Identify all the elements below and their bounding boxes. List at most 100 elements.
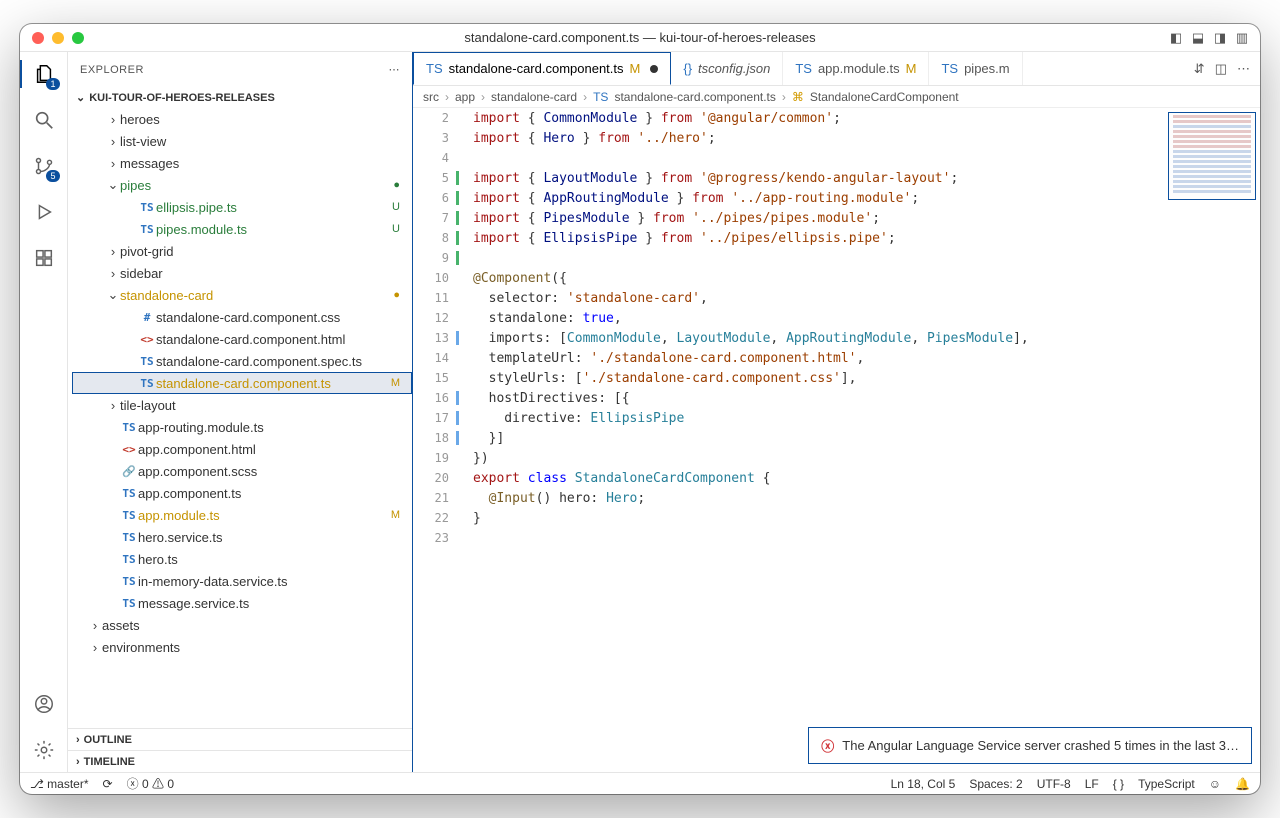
toggle-primary-sidebar-icon[interactable]: ◧ xyxy=(1168,30,1184,46)
code-content[interactable]: import { PipesModule } from '../pipes/pi… xyxy=(459,211,880,226)
editor-tab[interactable]: {}tsconfig.json xyxy=(671,52,783,85)
code-line[interactable]: 19}) xyxy=(413,448,1164,468)
outline-panel[interactable]: › OUTLINE xyxy=(68,728,412,750)
gutter-line-number[interactable]: 5 xyxy=(413,171,459,185)
more-actions-icon[interactable]: ⋯ xyxy=(1237,61,1250,77)
project-header[interactable]: ⌄ KUI-TOUR-OF-HEROES-RELEASES xyxy=(68,87,412,108)
code-line[interactable]: 20export class StandaloneCardComponent { xyxy=(413,468,1164,488)
split-editor-icon[interactable]: ◫ xyxy=(1215,61,1227,77)
code-line[interactable]: 5import { LayoutModule } from '@progress… xyxy=(413,168,1164,188)
file-row[interactable]: TSapp-routing.module.ts xyxy=(72,416,412,438)
code-content[interactable]: directive: EllipsisPipe xyxy=(459,411,684,426)
gutter-line-number[interactable]: 16 xyxy=(413,391,459,405)
code-content[interactable]: import { AppRoutingModule } from '../app… xyxy=(459,191,919,206)
folder-row[interactable]: ›assets xyxy=(72,614,412,636)
code-line[interactable]: 21 @Input() hero: Hero; xyxy=(413,488,1164,508)
encoding-status[interactable]: UTF-8 xyxy=(1037,777,1071,791)
code-content[interactable]: hostDirectives: [{ xyxy=(459,391,630,406)
code-content[interactable]: export class StandaloneCardComponent { xyxy=(459,471,770,486)
gutter-line-number[interactable]: 14 xyxy=(413,351,459,365)
accounts-activity[interactable] xyxy=(30,690,58,718)
breadcrumb-segment[interactable]: StandaloneCardComponent xyxy=(810,90,959,104)
file-row[interactable]: <>standalone-card.component.html xyxy=(72,328,412,350)
toggle-secondary-sidebar-icon[interactable]: ◨ xyxy=(1212,30,1228,46)
gutter-line-number[interactable]: 19 xyxy=(413,451,459,465)
code-content[interactable]: templateUrl: './standalone-card.componen… xyxy=(459,351,864,366)
file-row[interactable]: TSpipes.module.tsU xyxy=(72,218,412,240)
breadcrumb-segment[interactable]: standalone-card.component.ts xyxy=(614,90,775,104)
folder-row[interactable]: ›messages xyxy=(72,152,412,174)
file-row[interactable]: TSstandalone-card.component.tsM xyxy=(72,372,412,394)
gutter-line-number[interactable]: 4 xyxy=(413,151,459,165)
gutter-line-number[interactable]: 6 xyxy=(413,191,459,205)
code-line[interactable]: 9 xyxy=(413,248,1164,268)
file-row[interactable]: TSmessage.service.ts xyxy=(72,592,412,614)
code-line[interactable]: 17 directive: EllipsisPipe xyxy=(413,408,1164,428)
explorer-more-icon[interactable]: ⋯ xyxy=(389,63,401,76)
search-activity[interactable] xyxy=(30,106,58,134)
file-row[interactable]: #standalone-card.component.css xyxy=(72,306,412,328)
file-row[interactable]: TSellipsis.pipe.tsU xyxy=(72,196,412,218)
code-line[interactable]: 12 standalone: true, xyxy=(413,308,1164,328)
notification-toast[interactable]: ⓧ The Angular Language Service server cr… xyxy=(808,727,1252,764)
code-line[interactable]: 10@Component({ xyxy=(413,268,1164,288)
extensions-activity[interactable] xyxy=(30,244,58,272)
code-content[interactable]: }) xyxy=(459,451,489,466)
gutter-line-number[interactable]: 22 xyxy=(413,511,459,525)
notifications-icon[interactable]: 🔔 xyxy=(1235,777,1250,791)
code-line[interactable]: 16 hostDirectives: [{ xyxy=(413,388,1164,408)
code-content[interactable]: import { Hero } from '../hero'; xyxy=(459,131,716,146)
breadcrumb-segment[interactable]: app xyxy=(455,90,475,104)
code-content[interactable]: standalone: true, xyxy=(459,311,622,326)
gutter-line-number[interactable]: 20 xyxy=(413,471,459,485)
folder-row[interactable]: ›sidebar xyxy=(72,262,412,284)
gutter-line-number[interactable]: 3 xyxy=(413,131,459,145)
code-content[interactable]: imports: [CommonModule, LayoutModule, Ap… xyxy=(459,331,1029,346)
file-row[interactable]: TSin-memory-data.service.ts xyxy=(72,570,412,592)
code-line[interactable]: 4 xyxy=(413,148,1164,168)
explorer-activity[interactable]: 1 xyxy=(30,60,58,88)
code-content[interactable]: } xyxy=(459,511,481,526)
file-row[interactable]: 🔗app.component.scss xyxy=(72,460,412,482)
breadcrumb-segment[interactable]: standalone-card xyxy=(491,90,577,104)
cursor-position[interactable]: Ln 18, Col 5 xyxy=(891,777,956,791)
folder-row[interactable]: ›tile-layout xyxy=(72,394,412,416)
gutter-line-number[interactable]: 9 xyxy=(413,251,459,265)
customize-layout-icon[interactable]: ▥ xyxy=(1234,30,1250,46)
eol-status[interactable]: LF xyxy=(1085,777,1099,791)
sync-status[interactable]: ⟳ xyxy=(103,777,113,791)
code-line[interactable]: 7import { PipesModule } from '../pipes/p… xyxy=(413,208,1164,228)
breadcrumb[interactable]: src›app›standalone-card›TSstandalone-car… xyxy=(413,86,1260,108)
code-line[interactable]: 14 templateUrl: './standalone-card.compo… xyxy=(413,348,1164,368)
code-content[interactable]: @Component({ xyxy=(459,271,567,286)
manage-activity[interactable] xyxy=(30,736,58,764)
file-row[interactable]: TSstandalone-card.component.spec.ts xyxy=(72,350,412,372)
file-row[interactable]: TShero.service.ts xyxy=(72,526,412,548)
compare-changes-icon[interactable]: ⇵ xyxy=(1194,61,1205,77)
code-line[interactable]: 18 }] xyxy=(413,428,1164,448)
timeline-panel[interactable]: › TIMELINE xyxy=(68,750,412,772)
gutter-line-number[interactable]: 21 xyxy=(413,491,459,505)
folder-row[interactable]: ⌄standalone-card● xyxy=(72,284,412,306)
code-line[interactable]: 6import { AppRoutingModule } from '../ap… xyxy=(413,188,1164,208)
gutter-line-number[interactable]: 13 xyxy=(413,331,459,345)
gutter-line-number[interactable]: 11 xyxy=(413,291,459,305)
code-line[interactable]: 2import { CommonModule } from '@angular/… xyxy=(413,108,1164,128)
folder-row[interactable]: ⌄pipes● xyxy=(72,174,412,196)
editor-tab[interactable]: TSstandalone-card.component.tsM xyxy=(413,52,671,85)
maximize-window-button[interactable] xyxy=(72,32,84,44)
gutter-line-number[interactable]: 8 xyxy=(413,231,459,245)
gutter-line-number[interactable]: 23 xyxy=(413,531,459,545)
gutter-line-number[interactable]: 2 xyxy=(413,111,459,125)
code-content[interactable]: @Input() hero: Hero; xyxy=(459,491,645,506)
code-line[interactable]: 3import { Hero } from '../hero'; xyxy=(413,128,1164,148)
breadcrumb-segment[interactable]: src xyxy=(423,90,439,104)
folder-row[interactable]: ›list-view xyxy=(72,130,412,152)
code-content[interactable]: }] xyxy=(459,431,504,446)
file-row[interactable]: TSapp.module.tsM xyxy=(72,504,412,526)
code-line[interactable]: 15 styleUrls: ['./standalone-card.compon… xyxy=(413,368,1164,388)
code-line[interactable]: 22} xyxy=(413,508,1164,528)
git-branch-status[interactable]: ⎇ master* xyxy=(30,777,89,791)
minimap[interactable] xyxy=(1168,112,1256,200)
code-line[interactable]: 13 imports: [CommonModule, LayoutModule,… xyxy=(413,328,1164,348)
